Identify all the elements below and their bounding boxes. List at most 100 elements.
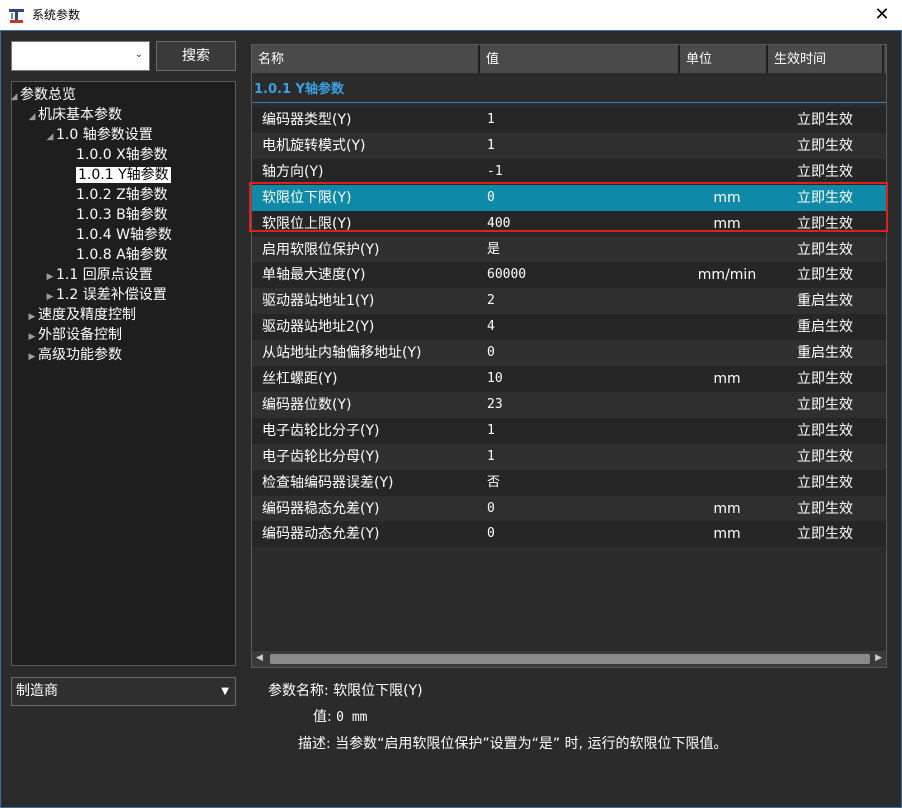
cell-name: 检查轴编码器误差(Y) bbox=[262, 474, 394, 491]
tree-item[interactable]: 1.0.0 X轴参数 bbox=[64, 145, 168, 165]
detail-name: 参数名称: 软限位下限(Y) bbox=[268, 680, 423, 700]
cell-name: 电子齿轮比分子(Y) bbox=[262, 422, 380, 439]
tree-item[interactable]: ◢ 1.0 轴参数设置 bbox=[44, 125, 153, 145]
column-header-value[interactable]: 值 bbox=[480, 45, 680, 73]
cell-value: 2 bbox=[487, 293, 495, 309]
expand-arrow-icon[interactable]: ▶ bbox=[26, 307, 38, 327]
column-header-effect[interactable]: 生效时间 bbox=[768, 45, 884, 73]
cell-name: 驱动器站地址2(Y) bbox=[262, 319, 375, 336]
cell-unit bbox=[672, 418, 782, 444]
cell-value: 否 bbox=[487, 474, 501, 490]
expand-arrow-icon[interactable]: ▶ bbox=[26, 327, 38, 347]
scrollbar-thumb[interactable] bbox=[270, 654, 870, 664]
cell-unit: mm bbox=[713, 500, 741, 517]
cell-name: 编码器稳态允差(Y) bbox=[262, 500, 380, 517]
tree-item-label: 1.1 回原点设置 bbox=[56, 267, 153, 283]
parameter-tree[interactable]: ◢ 参数总览 ◢ 机床基本参数 ◢ 1.0 轴参数设置 1.0.0 X轴参数 1.0.1 Y轴… bbox=[11, 81, 236, 666]
detail-value-label: 值: bbox=[313, 709, 332, 725]
collapse-arrow-icon[interactable]: ◢ bbox=[44, 127, 56, 147]
tree-item[interactable]: ▶ 高级功能参数 bbox=[26, 345, 122, 365]
cell-effect: 立即生效 bbox=[797, 189, 853, 206]
table-row[interactable]: 检查轴编码器误差(Y) 否 立即生效 bbox=[252, 469, 886, 496]
cell-unit bbox=[672, 470, 782, 496]
cell-name: 丝杠螺距(Y) bbox=[262, 371, 338, 387]
tree-item[interactable]: 1.0.3 B轴参数 bbox=[64, 205, 168, 225]
detail-name-label: 参数名称: bbox=[268, 683, 329, 699]
cell-unit bbox=[672, 107, 782, 133]
cell-value: 0 bbox=[487, 526, 495, 542]
cell-effect: 立即生效 bbox=[797, 137, 853, 154]
table-row[interactable]: 启用软限位保护(Y) 是 立即生效 bbox=[252, 236, 886, 263]
table-row[interactable]: 编码器稳态允差(Y) 0 mm 立即生效 bbox=[252, 495, 886, 522]
cell-unit: mm bbox=[713, 189, 741, 206]
search-button[interactable]: 搜索 bbox=[156, 41, 236, 71]
cell-name: 软限位上限(Y) bbox=[262, 215, 352, 232]
table-row[interactable]: 软限位上限(Y) 400 mm 立即生效 bbox=[252, 210, 886, 237]
chevron-down-icon: ⌄ bbox=[134, 49, 143, 60]
tree-item-label: 1.2 误差补偿设置 bbox=[56, 287, 167, 303]
tree-item[interactable]: ▶ 1.2 误差补偿设置 bbox=[44, 285, 167, 305]
cell-name: 单轴最大速度(Y) bbox=[262, 267, 366, 284]
cell-unit bbox=[672, 133, 782, 159]
cell-name: 软限位下限(Y) bbox=[262, 189, 352, 206]
cell-value: 400 bbox=[487, 215, 511, 231]
table-row[interactable]: 驱动器站地址1(Y) 2 重启生效 bbox=[252, 288, 886, 315]
table-row[interactable]: 轴方向(Y) -1 立即生效 bbox=[252, 158, 886, 185]
cell-value: 1 bbox=[487, 422, 495, 438]
tree-item[interactable]: ◢ 参数总览 bbox=[8, 85, 76, 105]
horizontal-scrollbar[interactable]: ◀ ▶ bbox=[252, 651, 886, 667]
maker-select[interactable]: 制造商 ▼ bbox=[11, 677, 236, 706]
collapse-arrow-icon[interactable]: ◢ bbox=[8, 87, 20, 107]
window-title: 系统参数 bbox=[32, 8, 81, 22]
scroll-right-icon[interactable]: ▶ bbox=[875, 653, 882, 663]
chevron-down-icon: ▼ bbox=[221, 686, 229, 697]
cell-effect: 立即生效 bbox=[797, 267, 853, 284]
expand-arrow-icon[interactable]: ▶ bbox=[44, 287, 56, 307]
detail-description: 描述: 当参数“启用软限位保护”设置为“是” 时, 运行的软限位下限值。 bbox=[298, 733, 728, 753]
tree-item[interactable]: 1.0.4 W轴参数 bbox=[64, 225, 172, 245]
expand-arrow-icon[interactable]: ▶ bbox=[44, 267, 56, 287]
tree-item-label: 外部设备控制 bbox=[38, 327, 122, 343]
tree-item-label: 1.0.0 X轴参数 bbox=[76, 147, 168, 163]
table-row[interactable]: 电子齿轮比分子(Y) 1 立即生效 bbox=[252, 417, 886, 444]
cell-name: 电机旋转模式(Y) bbox=[262, 137, 366, 154]
table-row[interactable]: 电机旋转模式(Y) 1 立即生效 bbox=[252, 132, 886, 159]
column-header-unit[interactable]: 单位 bbox=[680, 45, 768, 73]
table-row[interactable]: 电子齿轮比分母(Y) 1 立即生效 bbox=[252, 443, 886, 470]
cell-value: 23 bbox=[487, 396, 503, 412]
table-row[interactable]: 单轴最大速度(Y) 60000 mm/min 立即生效 bbox=[252, 262, 886, 289]
cell-name: 编码器动态允差(Y) bbox=[262, 526, 380, 543]
table-row[interactable]: 丝杠螺距(Y) 10 mm 立即生效 bbox=[252, 366, 886, 392]
expand-arrow-icon[interactable]: ▶ bbox=[26, 347, 38, 367]
cell-unit: mm bbox=[713, 371, 741, 387]
column-header-name[interactable]: 名称 bbox=[252, 45, 480, 73]
close-icon[interactable]: ✕ bbox=[862, 0, 902, 31]
cell-effect: 重启生效 bbox=[797, 293, 853, 310]
tree-item[interactable]: ▶ 速度及精度控制 bbox=[26, 305, 136, 325]
table-row[interactable]: 编码器动态允差(Y) 0 mm 立即生效 bbox=[252, 521, 886, 548]
cell-value: 10 bbox=[487, 371, 503, 386]
tree-item[interactable]: 1.0.1 Y轴参数 bbox=[64, 165, 171, 185]
cell-value: 60000 bbox=[487, 267, 527, 283]
tree-item[interactable]: ▶ 外部设备控制 bbox=[26, 325, 122, 345]
tree-item[interactable]: ◢ 机床基本参数 bbox=[26, 105, 122, 125]
group-header[interactable]: 1.0.1 Y轴参数 bbox=[252, 77, 886, 103]
tree-item[interactable]: ▶ 1.1 回原点设置 bbox=[44, 265, 153, 285]
tree-item[interactable]: 1.0.2 Z轴参数 bbox=[64, 185, 168, 205]
tree-item-label: 高级功能参数 bbox=[38, 347, 122, 363]
table-row[interactable]: 软限位下限(Y) 0 mm 立即生效 bbox=[252, 184, 886, 211]
cell-effect: 立即生效 bbox=[797, 422, 853, 439]
cell-unit bbox=[672, 340, 782, 366]
cell-effect: 立即生效 bbox=[797, 371, 853, 387]
table-row[interactable]: 编码器类型(Y) 1 立即生效 bbox=[252, 107, 886, 133]
scroll-left-icon[interactable]: ◀ bbox=[256, 653, 263, 663]
title-bar: 系统参数 ✕ bbox=[0, 0, 902, 31]
cell-value: -1 bbox=[487, 163, 503, 179]
parameter-table[interactable]: 名称 值 单位 生效时间 1.0.1 Y轴参数 编码器类型(Y) 1 立即生效 电机旋… bbox=[251, 44, 887, 668]
collapse-arrow-icon[interactable]: ◢ bbox=[26, 107, 38, 127]
search-input[interactable]: ⌄ bbox=[11, 41, 150, 71]
table-row[interactable]: 编码器位数(Y) 23 立即生效 bbox=[252, 391, 886, 418]
table-row[interactable]: 驱动器站地址2(Y) 4 重启生效 bbox=[252, 314, 886, 341]
table-row[interactable]: 从站地址内轴偏移地址(Y) 0 重启生效 bbox=[252, 340, 886, 367]
tree-item[interactable]: 1.0.8 A轴参数 bbox=[64, 245, 168, 265]
